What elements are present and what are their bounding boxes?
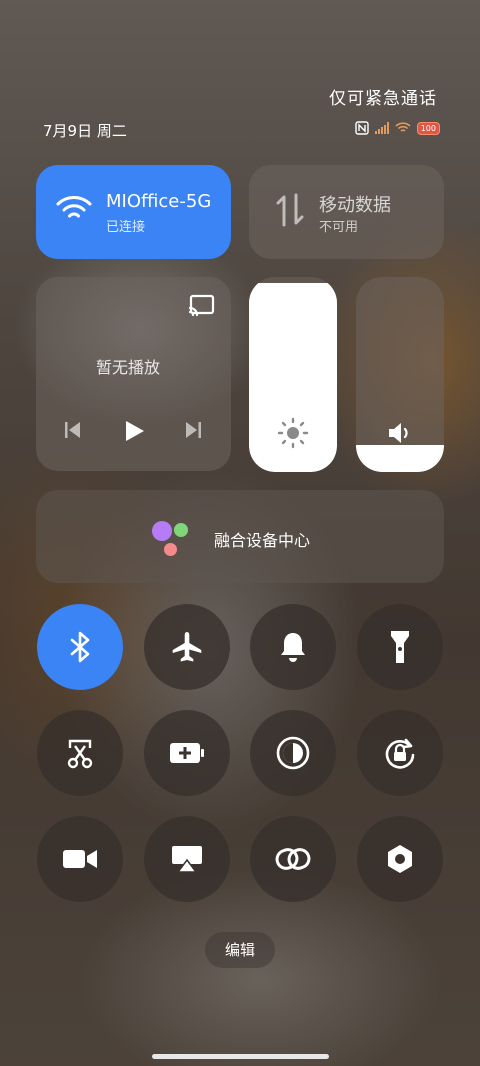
rotation-lock-icon [385,738,415,769]
airplane-mode-toggle[interactable] [144,604,230,690]
contrast-icon [276,736,310,770]
signal-icon [374,122,389,134]
date-text: 7月9日 周二 [43,122,127,140]
scissors-icon [67,739,93,769]
status-icons: 100 [355,121,440,135]
screen-record-toggle[interactable] [37,816,123,902]
settings-toggle[interactable] [357,816,443,902]
link-share-toggle[interactable] [250,816,336,902]
wifi-status-text: 已连接 [106,220,146,235]
mobile-data-title: 移动数据 [319,195,391,216]
home-indicator[interactable] [152,1054,329,1059]
media-player-card[interactable]: 暂无播放 [36,277,231,471]
screenshot-toggle[interactable] [37,710,123,796]
play-icon[interactable] [122,419,146,443]
next-track-icon[interactable] [184,420,202,440]
edit-button[interactable]: 编辑 [205,932,275,968]
wifi-status-icon [395,122,411,132]
battery-plus-icon [170,743,204,763]
link-icon [275,848,311,870]
dark-mode-toggle[interactable] [250,710,336,796]
sun-icon [277,417,309,449]
flashlight-toggle[interactable] [357,604,443,690]
bluetooth-icon [70,631,90,663]
bell-icon [281,633,305,662]
battery-saver-toggle[interactable] [144,710,230,796]
wifi-tile[interactable]: MIOffice-5G 已连接 [36,165,231,259]
brightness-slider[interactable] [249,277,337,472]
device-hub-icon [150,519,192,559]
hexagon-settings-icon [388,845,412,873]
screen-cast-toggle[interactable] [144,816,230,902]
video-camera-icon [63,850,97,868]
device-hub-button[interactable]: 融合设备中心 [36,490,444,583]
airplay-icon [172,846,202,873]
mobile-data-tile[interactable]: 移动数据 不可用 [249,165,444,259]
speaker-icon [389,423,408,443]
flashlight-icon [391,631,409,663]
volume-slider[interactable] [356,277,444,472]
no-media-text: 暂无播放 [96,358,161,377]
device-hub-label: 融合设备中心 [214,531,311,550]
nfc-icon [355,121,369,135]
wifi-icon [56,196,92,218]
wifi-network-name: MIOffice-5G [106,191,212,212]
airplane-icon [172,632,202,662]
cast-icon[interactable] [188,294,216,318]
previous-track-icon[interactable] [64,420,82,440]
mobile-data-icon [276,193,304,227]
ringer-toggle[interactable] [250,604,336,690]
battery-icon: 100 [416,121,440,135]
emergency-calls-only-text: 仅可紧急通话 [329,89,437,109]
rotation-lock-toggle[interactable] [357,710,443,796]
mobile-data-status: 不可用 [319,220,359,235]
bluetooth-toggle[interactable] [37,604,123,690]
volume-level-fill [356,444,444,472]
